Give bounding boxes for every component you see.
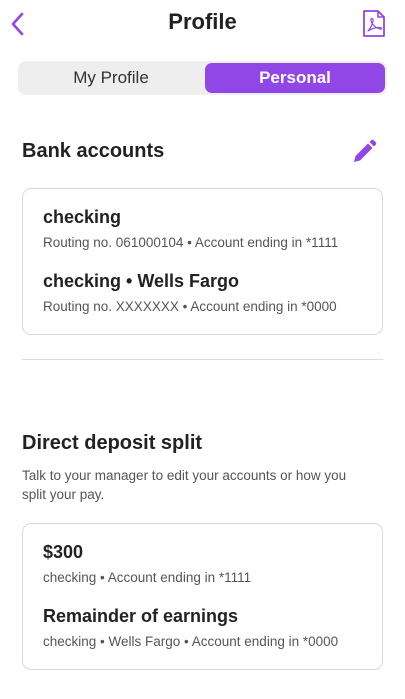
bank-account-detail: Routing no. XXXXXXX • Account ending in … <box>43 299 337 314</box>
pdf-file-icon[interactable] <box>362 9 386 38</box>
direct-deposit-card: $300 checking • Account ending in *1111 … <box>22 523 383 670</box>
deposit-split-title: $300 <box>43 542 84 562</box>
page-title: Profile <box>168 9 237 34</box>
deposit-split-detail: checking • Wells Fargo • Account ending … <box>43 634 339 649</box>
profile-tabs: My Profile Personal <box>18 61 387 95</box>
bank-account-title: checking • Wells Fargo <box>43 271 240 291</box>
pencil-icon[interactable] <box>350 138 378 166</box>
deposit-split-title: Remainder of earnings <box>43 606 239 626</box>
deposit-split-detail: checking • Account ending in *1111 <box>43 570 252 585</box>
direct-deposit-description: Talk to your manager to edit your accoun… <box>22 468 347 502</box>
header-bar: Profile <box>0 0 405 46</box>
tab-personal[interactable]: Personal <box>205 63 385 93</box>
bank-account-detail: Routing no. 061000104 • Account ending i… <box>43 235 339 250</box>
bank-accounts-heading: Bank accounts <box>22 140 165 162</box>
section-divider <box>22 359 383 360</box>
direct-deposit-heading: Direct deposit split <box>22 432 203 454</box>
tab-my-profile[interactable]: My Profile <box>20 63 202 93</box>
bank-account-title: checking <box>43 207 122 227</box>
bank-accounts-card: checking Routing no. 061000104 • Account… <box>22 188 383 335</box>
